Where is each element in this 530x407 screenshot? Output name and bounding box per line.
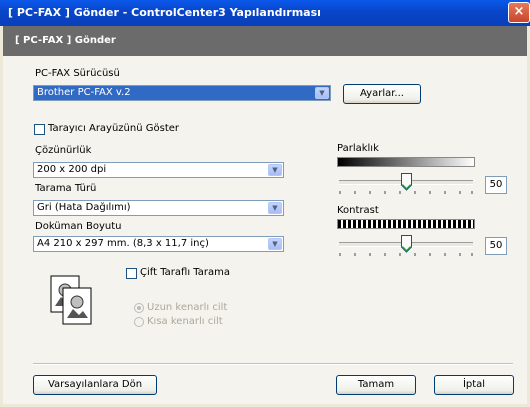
short-edge-radio[interactable] (134, 317, 144, 327)
brightness-value[interactable]: 50 (485, 176, 507, 194)
duplex-label: Çift Taraflı Tarama (140, 267, 230, 278)
chevron-down-icon[interactable]: ▼ (268, 202, 282, 214)
brightness-slider-thumb[interactable] (400, 173, 412, 191)
footer-separator (33, 363, 513, 365)
doc-size-select-value: A4 210 x 297 mm. (8,3 x 11,7 inç) (37, 238, 209, 249)
resolution-label: Çözünürlük (35, 145, 92, 156)
doc-size-label: Doküman Boyutu (35, 221, 122, 232)
scanner-ui-checkbox[interactable] (34, 124, 45, 135)
doc-size-select[interactable]: A4 210 x 297 mm. (8,3 x 11,7 inç) ▼ (33, 236, 284, 252)
section-header: [ PC-FAX ] Gönder (3, 26, 527, 56)
driver-label: PC-FAX Sürücüsü (35, 68, 120, 79)
short-edge-label: Kısa kenarlı cilt (147, 316, 223, 327)
ok-button[interactable]: Tamam (336, 375, 416, 395)
duplex-pages-icon (50, 275, 92, 325)
driver-select-value: Brother PC-FAX v.2 (37, 87, 131, 98)
scan-type-select-value: Gri (Hata Dağılımı) (37, 202, 131, 213)
scan-type-select[interactable]: Gri (Hata Dağılımı) ▼ (33, 200, 284, 216)
restore-defaults-button[interactable]: Varsayılanlara Dön (33, 375, 157, 395)
scan-type-label: Tarama Türü (35, 183, 97, 194)
close-button[interactable]: × (508, 2, 530, 23)
cancel-button[interactable]: İptal (434, 375, 514, 395)
title-bar: [ PC-FAX ] Gönder - ControlCenter3 Yapıl… (0, 0, 530, 26)
window-title: [ PC-FAX ] Gönder - ControlCenter3 Yapıl… (8, 6, 321, 19)
duplex-checkbox[interactable] (126, 268, 137, 279)
chevron-down-icon[interactable]: ▼ (315, 87, 329, 99)
contrast-value[interactable]: 50 (485, 237, 507, 255)
long-edge-radio[interactable] (134, 303, 144, 313)
resolution-select-value: 200 x 200 dpi (37, 164, 107, 175)
brightness-slider[interactable] (337, 173, 475, 199)
resolution-select[interactable]: 200 x 200 dpi ▼ (33, 162, 284, 178)
contrast-label: Kontrast (337, 205, 379, 216)
section-header-title: [ PC-FAX ] Gönder (15, 35, 116, 46)
chevron-down-icon[interactable]: ▼ (268, 238, 282, 250)
scanner-ui-label: Tarayıcı Arayüzünü Göster (48, 123, 180, 134)
long-edge-label: Uzun kenarlı cilt (147, 302, 228, 313)
brightness-gradient (337, 157, 475, 167)
contrast-slider-thumb[interactable] (400, 235, 412, 253)
brightness-label: Parlaklık (337, 143, 379, 154)
chevron-down-icon[interactable]: ▼ (268, 164, 282, 176)
settings-button[interactable]: Ayarlar... (343, 84, 421, 104)
contrast-slider[interactable] (337, 235, 475, 261)
contrast-pattern (337, 219, 475, 229)
driver-select[interactable]: Brother PC-FAX v.2 ▼ (33, 85, 331, 101)
